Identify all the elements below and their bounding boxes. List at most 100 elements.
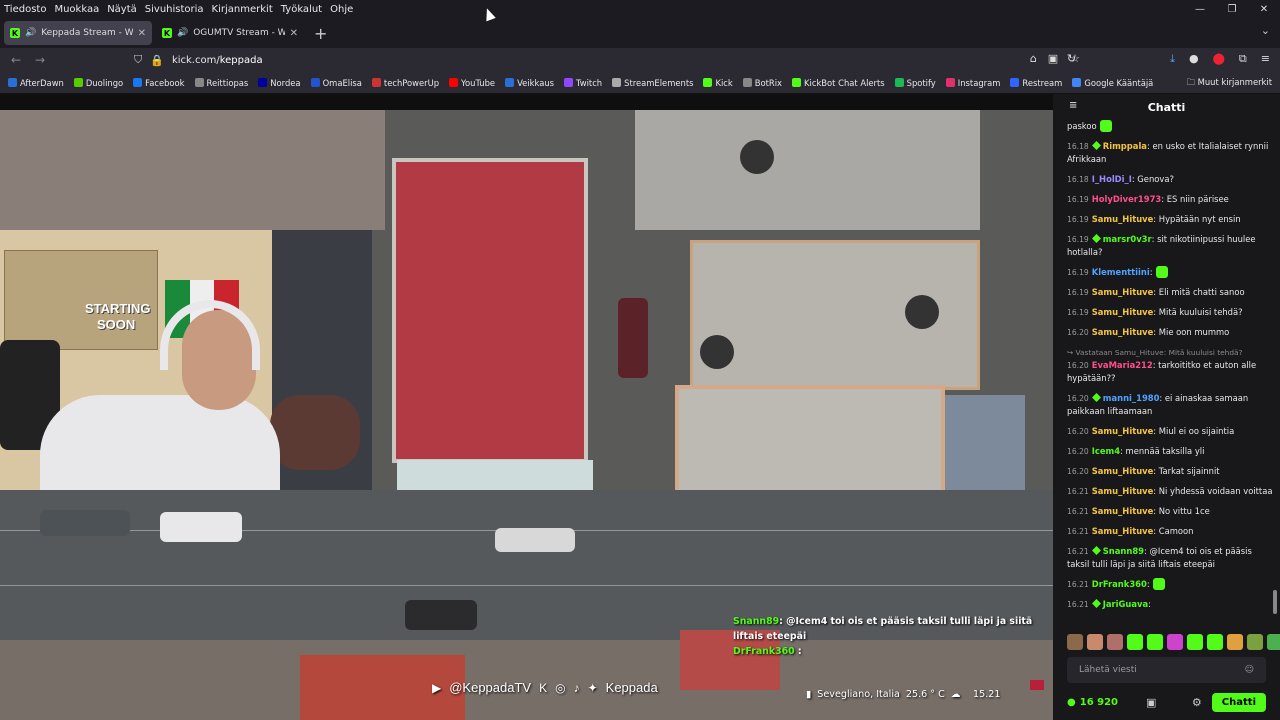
- chat-message[interactable]: paskoo: [1067, 120, 1273, 133]
- app-menu-icon[interactable]: ≡: [1261, 52, 1270, 66]
- bookmark-item[interactable]: Google Kääntäjä: [1072, 78, 1153, 88]
- restore-icon[interactable]: ❐: [1216, 0, 1248, 18]
- chat-message[interactable]: 16.19 Samu_Hituve: Hypätään nyt ensin: [1067, 213, 1273, 226]
- bookmark-item[interactable]: BotRix: [742, 78, 782, 88]
- menu-item[interactable]: Ohje: [326, 4, 357, 15]
- chat-message[interactable]: ↪ Vastataan Samu_Hituve: Mitä kuuluisi t…: [1067, 346, 1273, 385]
- emote[interactable]: [1107, 634, 1123, 650]
- bookmark-item[interactable]: Veikkaus: [505, 78, 554, 88]
- list-tabs-icon[interactable]: ⌄: [1261, 24, 1270, 37]
- extensions-icon[interactable]: ⧉: [1239, 52, 1247, 66]
- tab-ogumtv[interactable]: K 🔊 OGUMTV Stream - Watch L ✕: [156, 21, 304, 45]
- chat-message[interactable]: 16.19 Samu_Hituve: Mitä kuuluisi tehdä?: [1067, 306, 1273, 319]
- chat-message[interactable]: 16.21 Samu_Hituve: No vittu 1ce: [1067, 505, 1273, 518]
- menu-item[interactable]: Sivuhistoria: [141, 4, 208, 15]
- emote[interactable]: [1127, 634, 1143, 650]
- menu-item[interactable]: Työkalut: [277, 4, 326, 15]
- message-username[interactable]: Samu_Hituve: [1092, 466, 1154, 476]
- forward-icon[interactable]: →: [28, 53, 52, 67]
- close-tab-icon[interactable]: ✕: [290, 28, 298, 39]
- close-icon[interactable]: ✕: [1248, 0, 1280, 18]
- collapse-chat-icon[interactable]: ≡: [1069, 100, 1077, 111]
- bookmark-item[interactable]: Spotify: [894, 78, 936, 88]
- message-username[interactable]: I_HolDi_I: [1092, 174, 1132, 184]
- message-username[interactable]: Samu_Hituve: [1092, 307, 1154, 317]
- picture-in-picture-icon[interactable]: ▣: [1048, 52, 1058, 65]
- menu-item[interactable]: Muokkaa: [50, 4, 103, 15]
- chat-message[interactable]: 16.19 HolyDiver1973: ES niin pärisee: [1067, 193, 1273, 206]
- message-username[interactable]: EvaMaria212: [1092, 360, 1153, 370]
- tab-keppada[interactable]: K 🔊 Keppada Stream - Watch Li ✕: [4, 21, 152, 45]
- back-icon[interactable]: ←: [4, 53, 28, 67]
- message-username[interactable]: Rimppala: [1103, 141, 1147, 151]
- url-bar[interactable]: ⛉ 🔒 kick.com/keppada: [128, 50, 1083, 70]
- bookmark-item[interactable]: Twitch: [564, 78, 602, 88]
- bookmark-item[interactable]: Nordea: [258, 78, 301, 88]
- bookmark-item[interactable]: AfterDawn: [8, 78, 64, 88]
- emote[interactable]: [1147, 634, 1163, 650]
- reload-icon[interactable]: ↻: [1067, 52, 1076, 66]
- close-tab-icon[interactable]: ✕: [138, 28, 146, 39]
- menu-item[interactable]: Kirjanmerkit: [208, 4, 277, 15]
- message-username[interactable]: Snann89: [1103, 546, 1144, 556]
- lock-icon[interactable]: 🔒: [150, 54, 164, 67]
- adblock-icon[interactable]: ⬤: [1213, 52, 1225, 66]
- chat-message[interactable]: 16.20 manni_1980: ei ainaskaa samaan paik…: [1067, 392, 1273, 418]
- message-username[interactable]: Samu_Hituve: [1092, 526, 1154, 536]
- message-username[interactable]: Samu_Hituve: [1092, 426, 1154, 436]
- bookmark-item[interactable]: Instagram: [945, 78, 1000, 88]
- bookmark-item[interactable]: StreamElements: [612, 78, 693, 88]
- bookmark-item[interactable]: techPowerUp: [371, 78, 439, 88]
- message-username[interactable]: HolyDiver1973: [1092, 194, 1162, 204]
- chat-message[interactable]: 16.19 Samu_Hituve: Eli mitä chatti sanoo: [1067, 286, 1273, 299]
- settings-icon[interactable]: ⚙: [1192, 696, 1202, 709]
- chat-message[interactable]: 16.21 JariGuava:: [1067, 598, 1273, 611]
- chat-message[interactable]: 16.19 marsr0v3r: sit nikotiinipussi huule…: [1067, 233, 1273, 259]
- emote[interactable]: [1187, 634, 1203, 650]
- chat-message[interactable]: 16.18 Rimppala: en usko et Italialaiset r…: [1067, 140, 1273, 166]
- message-username[interactable]: JariGuava: [1103, 599, 1148, 609]
- chat-message[interactable]: 16.18 I_HolDi_I: Genova?: [1067, 173, 1273, 186]
- chat-message[interactable]: 16.20 Samu_Hituve: Mie oon mummo: [1067, 326, 1273, 339]
- chat-message[interactable]: 16.21 Snann89: @Icem4 toi ois et pääsis t…: [1067, 545, 1273, 571]
- account-icon[interactable]: ●: [1189, 52, 1199, 66]
- message-username[interactable]: Samu_Hituve: [1092, 506, 1154, 516]
- speaker-icon[interactable]: 🔊: [177, 28, 188, 38]
- bookmark-item[interactable]: Facebook: [133, 78, 185, 88]
- emoji-icon[interactable]: ☺: [1245, 665, 1254, 675]
- downloads-icon[interactable]: ⤓: [1170, 52, 1175, 66]
- bookmark-item[interactable]: Restream: [1010, 78, 1062, 88]
- emote[interactable]: [1267, 634, 1280, 650]
- url-text[interactable]: kick.com/keppada: [172, 55, 263, 66]
- emote[interactable]: [1247, 634, 1263, 650]
- message-username[interactable]: marsr0v3r: [1103, 234, 1152, 244]
- speaker-icon[interactable]: 🔊: [25, 28, 36, 38]
- bookmark-item[interactable]: Duolingo: [73, 78, 123, 88]
- chat-input[interactable]: Lähetä viesti ☺: [1067, 657, 1266, 683]
- message-username[interactable]: Samu_Hituve: [1092, 214, 1154, 224]
- bookmark-item[interactable]: YouTube: [449, 78, 495, 88]
- message-username[interactable]: Samu_Hituve: [1092, 287, 1154, 297]
- chat-message[interactable]: 16.21 Samu_Hituve: Ni yhdessä voidaan voi…: [1067, 485, 1273, 498]
- emote[interactable]: [1087, 634, 1103, 650]
- bookmark-item[interactable]: Kick: [703, 78, 733, 88]
- bookmark-item[interactable]: KickBot Chat Alerts: [792, 78, 885, 88]
- gift-icon[interactable]: ▣: [1146, 696, 1156, 709]
- new-tab-icon[interactable]: +: [314, 24, 327, 43]
- message-username[interactable]: Samu_Hituve: [1092, 486, 1154, 496]
- emote[interactable]: [1167, 634, 1183, 650]
- chat-message[interactable]: 16.21 DrFrank360:: [1067, 578, 1273, 591]
- minimize-icon[interactable]: —: [1184, 0, 1216, 18]
- chat-message[interactable]: 16.20 Samu_Hituve: Tarkat sijainnit: [1067, 465, 1273, 478]
- chat-message[interactable]: 16.20 Icem4: mennää taksilla yli: [1067, 445, 1273, 458]
- menu-item[interactable]: Näytä: [103, 4, 141, 15]
- message-username[interactable]: manni_1980: [1103, 393, 1160, 403]
- chat-message[interactable]: 16.20 Samu_Hituve: Miul ei oo sijaintia: [1067, 425, 1273, 438]
- emote[interactable]: [1227, 634, 1243, 650]
- send-chat-button[interactable]: Chatti: [1211, 692, 1266, 712]
- shield-icon[interactable]: ⛉: [134, 53, 142, 67]
- chat-scrollbar[interactable]: [1273, 590, 1277, 614]
- message-username[interactable]: Icem4: [1092, 446, 1120, 456]
- bookmark-item[interactable]: Reittiopas: [194, 78, 248, 88]
- video-player[interactable]: STARTING SOON Snann89: @Icem4 toi ois et…: [0, 110, 1053, 720]
